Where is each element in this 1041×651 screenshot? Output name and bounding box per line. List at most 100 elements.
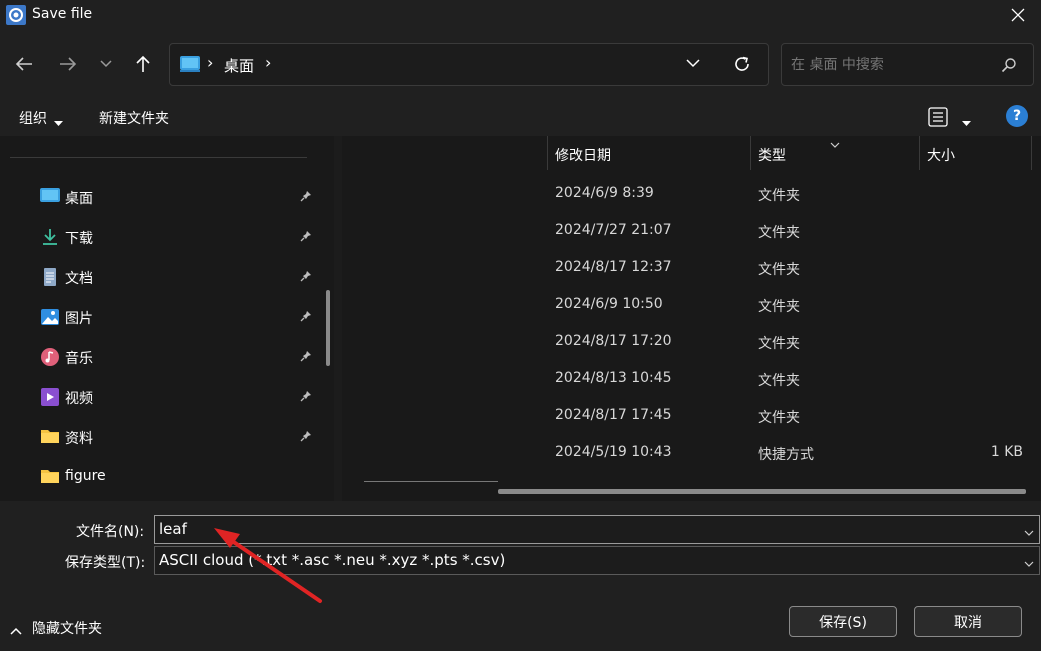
table-row[interactable]: 2024/8/17 12:37 文件夹 [342, 249, 1041, 286]
pin-icon[interactable] [300, 230, 312, 246]
caret-down-icon[interactable] [962, 114, 971, 130]
save-button[interactable]: 保存(S) [789, 606, 897, 637]
desktop-icon [180, 56, 200, 77]
address-bar[interactable]: › 桌面 › [169, 43, 769, 86]
table-row[interactable]: 2024/5/19 10:43 快捷方式 1 KB [342, 434, 1041, 471]
sidebar-item-desktop[interactable]: 桌面 [0, 180, 320, 214]
divider [10, 157, 307, 158]
cell-type: 文件夹 [758, 373, 800, 389]
sidebar-scrollbar[interactable] [326, 290, 330, 366]
table-row[interactable]: 2024/8/13 10:45 文件夹 [342, 360, 1041, 397]
sidebar-item-videos[interactable]: 视频 [0, 380, 320, 414]
pin-icon[interactable] [300, 270, 312, 286]
chevron-down-icon[interactable] [686, 56, 700, 72]
chevron-up-icon[interactable] [10, 623, 22, 639]
search-box[interactable] [781, 43, 1034, 86]
cell-type: 文件夹 [758, 336, 800, 352]
new-folder-button[interactable]: 新建文件夹 [99, 108, 169, 128]
sidebar-item-music[interactable]: 音乐 [0, 340, 320, 374]
sidebar-item-label: 视频 [65, 391, 93, 407]
refresh-icon[interactable] [732, 54, 752, 78]
search-input[interactable] [782, 44, 982, 85]
cell-date: 2024/7/27 21:07 [555, 222, 672, 238]
filetype-value[interactable]: ASCII cloud (*.txt *.asc *.neu *.xyz *.p… [159, 551, 505, 569]
cell-size: 1 KB [990, 444, 1023, 460]
cell-date: 2024/8/17 17:45 [555, 407, 672, 423]
cell-date: 2024/6/9 10:50 [555, 296, 663, 312]
sidebar-item-label: 文档 [65, 271, 93, 287]
cell-date: 2024/8/17 17:20 [555, 333, 672, 349]
table-row[interactable]: 2024/6/9 10:50 文件夹 [342, 286, 1041, 323]
pin-icon[interactable] [300, 390, 312, 406]
pin-icon[interactable] [300, 310, 312, 326]
sidebar-item-label: 资料 [65, 431, 93, 447]
help-icon[interactable]: ? [1006, 105, 1028, 127]
sidebar-item-label: 桌面 [65, 191, 93, 207]
chevron-down-icon[interactable] [1024, 556, 1034, 572]
sidebar-item-label: 下载 [65, 231, 93, 247]
command-bar: 组织 新建文件夹 ? [0, 98, 1041, 136]
folder-icon [40, 467, 60, 487]
view-options-icon[interactable] [928, 107, 948, 131]
cell-type: 文件夹 [758, 262, 800, 278]
sidebar-item-label: 音乐 [65, 351, 93, 367]
cell-date: 2024/8/13 10:45 [555, 370, 672, 386]
cancel-button[interactable]: 取消 [914, 606, 1022, 637]
breadcrumb-separator[interactable]: › [265, 53, 271, 72]
caret-down-icon[interactable] [54, 114, 63, 130]
column-divider[interactable] [1031, 136, 1032, 170]
chevron-down-icon[interactable] [1024, 525, 1034, 541]
cell-type: 快捷方式 [758, 447, 814, 463]
picture-icon [40, 307, 60, 327]
sidebar-item-figure[interactable]: figure [0, 460, 320, 494]
sidebar-item-downloads[interactable]: 下载 [0, 220, 320, 254]
breadcrumb-desktop[interactable]: 桌面 [224, 55, 254, 76]
horizontal-scrollbar[interactable] [498, 489, 1026, 494]
sidebar-item-pictures[interactable]: 图片 [0, 300, 320, 334]
search-icon[interactable] [1001, 57, 1017, 77]
app-icon [6, 5, 26, 25]
column-divider[interactable] [547, 136, 548, 170]
cell-type: 文件夹 [758, 225, 800, 241]
cell-date: 2024/6/9 8:39 [555, 185, 654, 201]
filename-label: 文件名(N): [76, 524, 145, 540]
sidebar-item-label: figure [65, 468, 106, 484]
filename-value[interactable]: leaf [159, 520, 187, 538]
close-icon[interactable] [995, 0, 1041, 30]
table-row[interactable]: 2024/6/9 8:39 文件夹 [342, 175, 1041, 212]
navigation-bar: › 桌面 › [0, 30, 1041, 98]
recent-locations-chevron-icon[interactable] [90, 48, 122, 80]
column-header-size[interactable]: 大小 [927, 145, 955, 165]
video-icon [40, 387, 60, 407]
file-list: 修改日期 类型 大小 2024/6/9 8:39 文件夹 2024/7/27 2… [342, 136, 1041, 501]
back-arrow-icon[interactable] [8, 48, 40, 80]
pin-icon[interactable] [300, 430, 312, 446]
sidebar-item-documents[interactable]: 文档 [0, 260, 320, 294]
filename-field[interactable]: leaf [154, 515, 1040, 544]
table-row[interactable]: 2024/8/17 17:20 文件夹 [342, 323, 1041, 360]
title-bar: Save file [0, 0, 1041, 30]
music-icon [40, 347, 60, 367]
column-divider[interactable] [919, 136, 920, 170]
sidebar-item-materials[interactable]: 资料 [0, 420, 320, 454]
download-icon [40, 227, 60, 247]
cell-type: 文件夹 [758, 188, 800, 204]
column-header-date[interactable]: 修改日期 [555, 145, 611, 165]
table-row[interactable]: 2024/7/27 21:07 文件夹 [342, 212, 1041, 249]
cell-date: 2024/5/19 10:43 [555, 444, 672, 460]
document-icon [40, 267, 60, 287]
pin-icon[interactable] [300, 190, 312, 206]
pin-icon[interactable] [300, 350, 312, 366]
column-header-type[interactable]: 类型 [758, 145, 786, 165]
organize-menu-button[interactable]: 组织 [19, 108, 47, 128]
sidebar-item-label: 图片 [65, 311, 93, 327]
column-divider[interactable] [750, 136, 751, 170]
sort-chevron-icon [830, 136, 840, 152]
forward-arrow-icon[interactable] [52, 48, 84, 80]
cell-date: 2024/8/17 12:37 [555, 259, 672, 275]
filetype-select[interactable]: ASCII cloud (*.txt *.asc *.neu *.xyz *.p… [154, 546, 1040, 575]
hide-folders-button[interactable]: 隐藏文件夹 [32, 618, 102, 638]
divider [364, 481, 498, 482]
up-arrow-icon[interactable] [127, 48, 159, 80]
table-row[interactable]: 2024/8/17 17:45 文件夹 [342, 397, 1041, 434]
